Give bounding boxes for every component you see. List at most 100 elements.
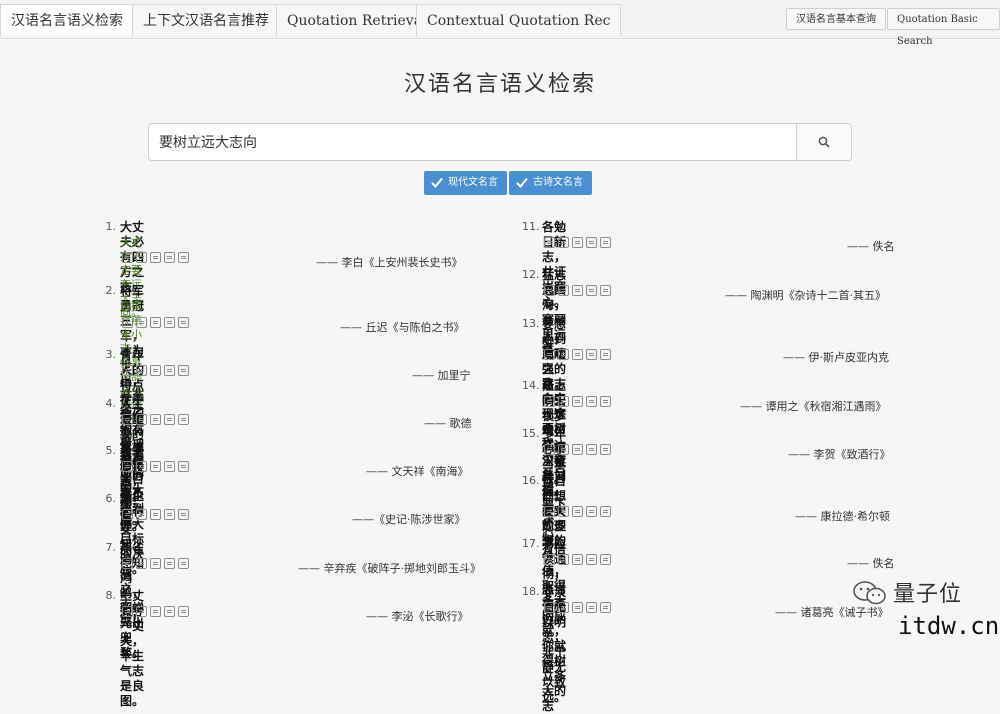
detail-icon[interactable] (572, 444, 583, 455)
thumbs-up-icon[interactable] (136, 461, 147, 472)
thumbs-up-icon[interactable] (136, 317, 147, 328)
tab-quotation-semantic-search[interactable]: 汉语名言语义检索 (0, 4, 134, 36)
detail-icon[interactable] (572, 554, 583, 565)
copy-icon[interactable] (544, 396, 555, 407)
thumbs-up-icon[interactable] (558, 554, 569, 565)
copy-icon[interactable] (122, 365, 133, 376)
copy-icon[interactable] (544, 444, 555, 455)
copy-icon[interactable] (544, 285, 555, 296)
share-icon[interactable] (586, 349, 597, 360)
copy-icon[interactable] (122, 317, 133, 328)
result-number: 8. (105, 589, 117, 602)
tab-contextual-quotation-recommend[interactable]: 上下文汉语名言推荐 (132, 4, 280, 36)
share-icon[interactable] (164, 461, 175, 472)
thumbs-up-icon[interactable] (558, 444, 569, 455)
share-icon[interactable] (164, 414, 175, 425)
filter-classical-quotes[interactable]: 古诗文名言 (509, 171, 592, 195)
search-button[interactable] (796, 124, 851, 160)
thumbs-up-icon[interactable] (558, 506, 569, 517)
detail-icon[interactable] (150, 317, 161, 328)
detail-icon[interactable] (150, 509, 161, 520)
search-input[interactable] (149, 124, 797, 160)
share-icon[interactable] (586, 602, 597, 613)
copy-icon[interactable] (544, 506, 555, 517)
copy-icon[interactable] (122, 461, 133, 472)
copy-icon[interactable] (544, 602, 555, 613)
detail-icon[interactable] (150, 414, 161, 425)
result-number: 2. (105, 284, 117, 297)
copy-icon[interactable] (544, 349, 555, 360)
share-icon[interactable] (164, 509, 175, 520)
thumbs-up-icon[interactable] (558, 602, 569, 613)
detail-icon[interactable] (150, 606, 161, 617)
share-icon[interactable] (586, 506, 597, 517)
share-icon[interactable] (164, 317, 175, 328)
detail-icon[interactable] (150, 365, 161, 376)
image-icon[interactable] (600, 396, 611, 407)
copy-icon[interactable] (122, 558, 133, 569)
copy-icon[interactable] (122, 606, 133, 617)
image-icon[interactable] (178, 558, 189, 569)
image-icon[interactable] (600, 602, 611, 613)
quote-source: —— 佚名 (847, 240, 895, 253)
detail-icon[interactable] (150, 461, 161, 472)
share-icon[interactable] (164, 606, 175, 617)
share-icon[interactable] (586, 285, 597, 296)
image-icon[interactable] (178, 606, 189, 617)
tab-quotation-retrieval[interactable]: Quotation Retrieval (276, 4, 438, 36)
thumbs-up-icon[interactable] (136, 414, 147, 425)
thumbs-up-icon[interactable] (136, 509, 147, 520)
detail-icon[interactable] (572, 349, 583, 360)
share-icon[interactable] (164, 558, 175, 569)
quote-source: —— 李贺《致酒行》 (788, 448, 891, 461)
image-icon[interactable] (600, 554, 611, 565)
result-number: 15. (522, 427, 540, 440)
thumbs-up-icon[interactable] (136, 365, 147, 376)
thumbs-up-icon[interactable] (558, 237, 569, 248)
share-icon[interactable] (586, 396, 597, 407)
image-icon[interactable] (600, 349, 611, 360)
detail-icon[interactable] (572, 396, 583, 407)
thumbs-up-icon[interactable] (136, 252, 147, 263)
copy-icon[interactable] (544, 554, 555, 565)
copy-icon[interactable] (122, 414, 133, 425)
image-icon[interactable] (178, 509, 189, 520)
detail-icon[interactable] (150, 252, 161, 263)
result-number: 1. (105, 220, 117, 233)
copy-icon[interactable] (122, 509, 133, 520)
quote-source: —— 李泌《长歌行》 (366, 610, 469, 623)
tab-basic-query-cn[interactable]: 汉语名言基本查询 (786, 8, 886, 30)
share-icon[interactable] (164, 365, 175, 376)
image-icon[interactable] (178, 414, 189, 425)
detail-icon[interactable] (572, 602, 583, 613)
detail-icon[interactable] (150, 558, 161, 569)
image-icon[interactable] (600, 237, 611, 248)
detail-icon[interactable] (572, 237, 583, 248)
image-icon[interactable] (600, 506, 611, 517)
thumbs-up-icon[interactable] (558, 285, 569, 296)
thumbs-up-icon[interactable] (558, 349, 569, 360)
share-icon[interactable] (586, 444, 597, 455)
tab-contextual-quotation-rec[interactable]: Contextual Quotation Rec (416, 4, 622, 36)
filter-modern-quotes[interactable]: 现代文名言 (424, 171, 507, 195)
image-icon[interactable] (178, 317, 189, 328)
thumbs-up-icon[interactable] (136, 606, 147, 617)
copy-icon[interactable] (544, 237, 555, 248)
share-icon[interactable] (586, 237, 597, 248)
image-icon[interactable] (600, 285, 611, 296)
result-number: 13. (522, 317, 540, 330)
detail-icon[interactable] (572, 506, 583, 517)
share-icon[interactable] (586, 554, 597, 565)
image-icon[interactable] (600, 444, 611, 455)
image-icon[interactable] (178, 461, 189, 472)
detail-icon[interactable] (572, 285, 583, 296)
quote-source: —— 康拉德·希尔顿 (795, 510, 890, 523)
share-icon[interactable] (164, 252, 175, 263)
result-number: 14. (522, 379, 540, 392)
tab-basic-search-en[interactable]: Quotation Basic Search (887, 8, 1000, 47)
thumbs-up-icon[interactable] (136, 558, 147, 569)
copy-icon[interactable] (122, 252, 133, 263)
image-icon[interactable] (178, 365, 189, 376)
thumbs-up-icon[interactable] (558, 396, 569, 407)
image-icon[interactable] (178, 252, 189, 263)
